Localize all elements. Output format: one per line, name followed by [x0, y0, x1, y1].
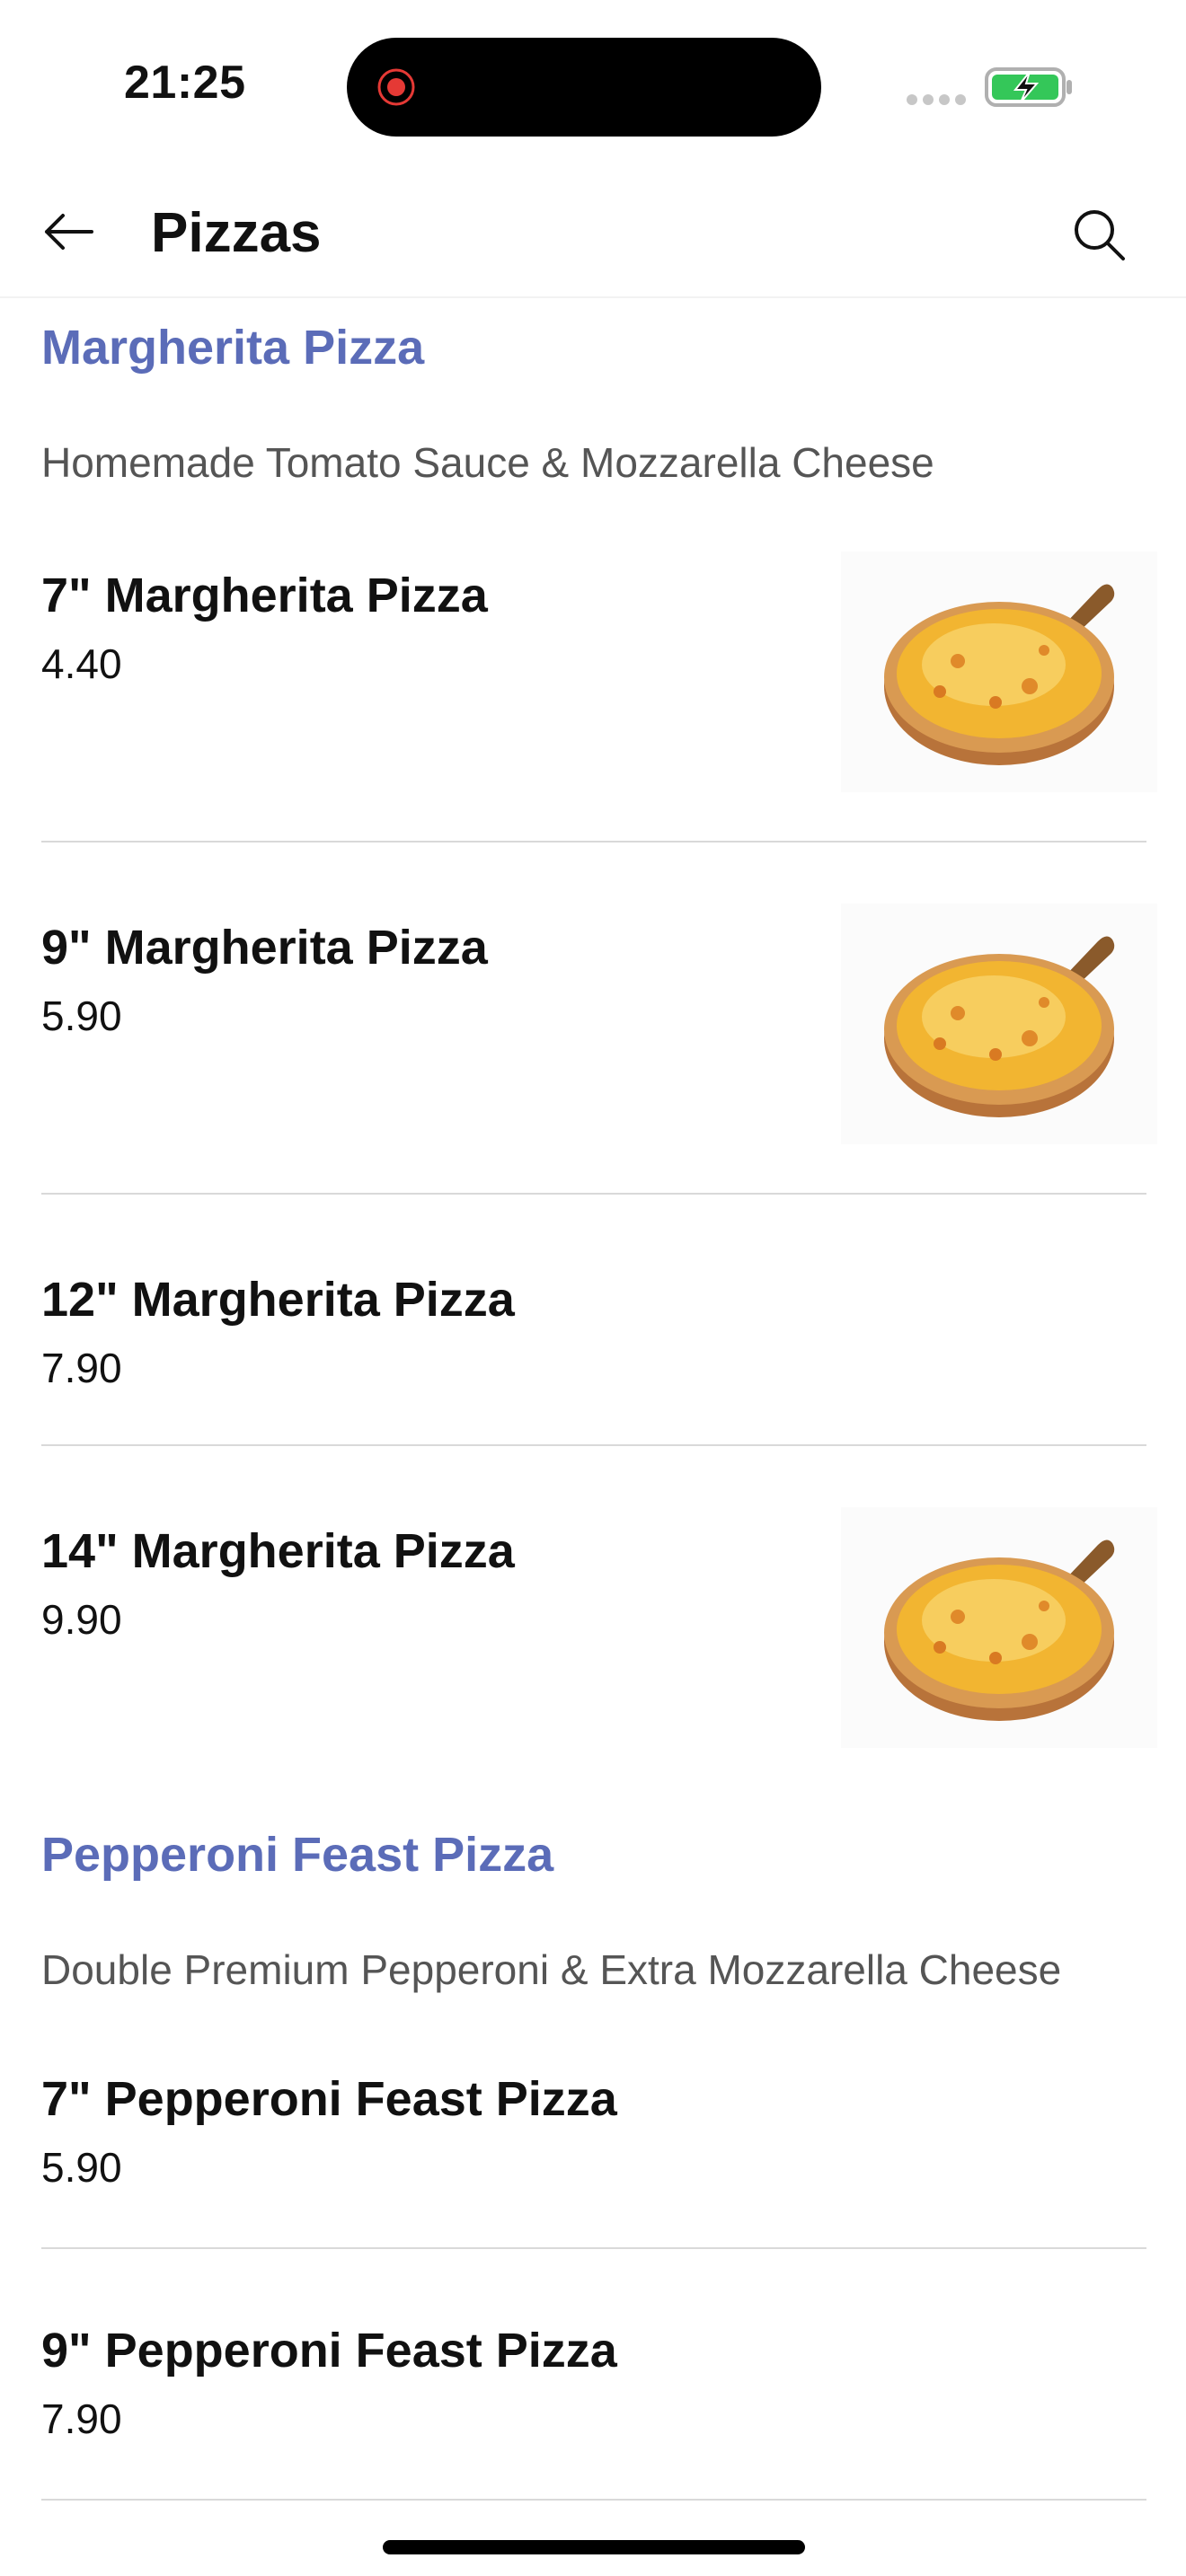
- signal-icon: [907, 94, 966, 105]
- menu-item[interactable]: 9" Pepperoni Feast Pizza 7.90: [0, 2301, 1186, 2481]
- recording-icon: [377, 68, 415, 106]
- item-price: 7.90: [41, 1345, 122, 1391]
- item-divider: [41, 1193, 1146, 1195]
- item-divider: [41, 2247, 1146, 2249]
- dynamic-island: [347, 38, 821, 137]
- section-title-margherita: Margherita Pizza: [41, 321, 425, 375]
- status-time: 21:25: [124, 57, 246, 109]
- search-icon[interactable]: [1067, 203, 1130, 266]
- menu-item[interactable]: 12" Margherita Pizza 7.90: [0, 1250, 1186, 1430]
- section-title-pepperoni: Pepperoni Feast Pizza: [41, 1828, 554, 1882]
- item-name: 12" Margherita Pizza: [41, 1273, 515, 1327]
- item-price: 5.90: [41, 2144, 122, 2191]
- item-price: 9.90: [41, 1596, 122, 1643]
- pizza-image: [841, 904, 1157, 1144]
- item-divider: [41, 2499, 1146, 2501]
- item-name: 14" Margherita Pizza: [41, 1524, 515, 1578]
- status-bar: 21:25: [0, 0, 1186, 171]
- item-divider: [41, 841, 1146, 842]
- item-divider: [41, 1444, 1146, 1446]
- pizza-image: [841, 551, 1157, 792]
- back-arrow-icon[interactable]: [40, 203, 97, 260]
- item-name: 9" Pepperoni Feast Pizza: [41, 2324, 617, 2378]
- item-name: 9" Margherita Pizza: [41, 921, 488, 975]
- menu-item[interactable]: 14" Margherita Pizza 9.90: [0, 1502, 1186, 1789]
- item-name: 7" Margherita Pizza: [41, 569, 488, 622]
- section-description-pepperoni: Double Premium Pepperoni & Extra Mozzare…: [41, 1946, 1062, 1993]
- item-price: 7.90: [41, 2395, 122, 2442]
- page-title: Pizzas: [151, 202, 322, 264]
- menu-item[interactable]: 7" Margherita Pizza 4.40: [0, 546, 1186, 834]
- home-indicator[interactable]: [383, 2540, 805, 2554]
- menu-item[interactable]: 9" Margherita Pizza 5.90: [0, 898, 1186, 1186]
- pizza-image: [841, 1507, 1157, 1748]
- section-description-margherita: Homemade Tomato Sauce & Mozzarella Chees…: [41, 439, 934, 486]
- app-header: Pizzas: [0, 171, 1186, 298]
- item-price: 4.40: [41, 640, 122, 687]
- menu-item[interactable]: 7" Pepperoni Feast Pizza 5.90: [0, 2050, 1186, 2229]
- item-name: 7" Pepperoni Feast Pizza: [41, 2072, 617, 2126]
- item-price: 5.90: [41, 992, 122, 1039]
- battery-charging-icon: [985, 67, 1072, 107]
